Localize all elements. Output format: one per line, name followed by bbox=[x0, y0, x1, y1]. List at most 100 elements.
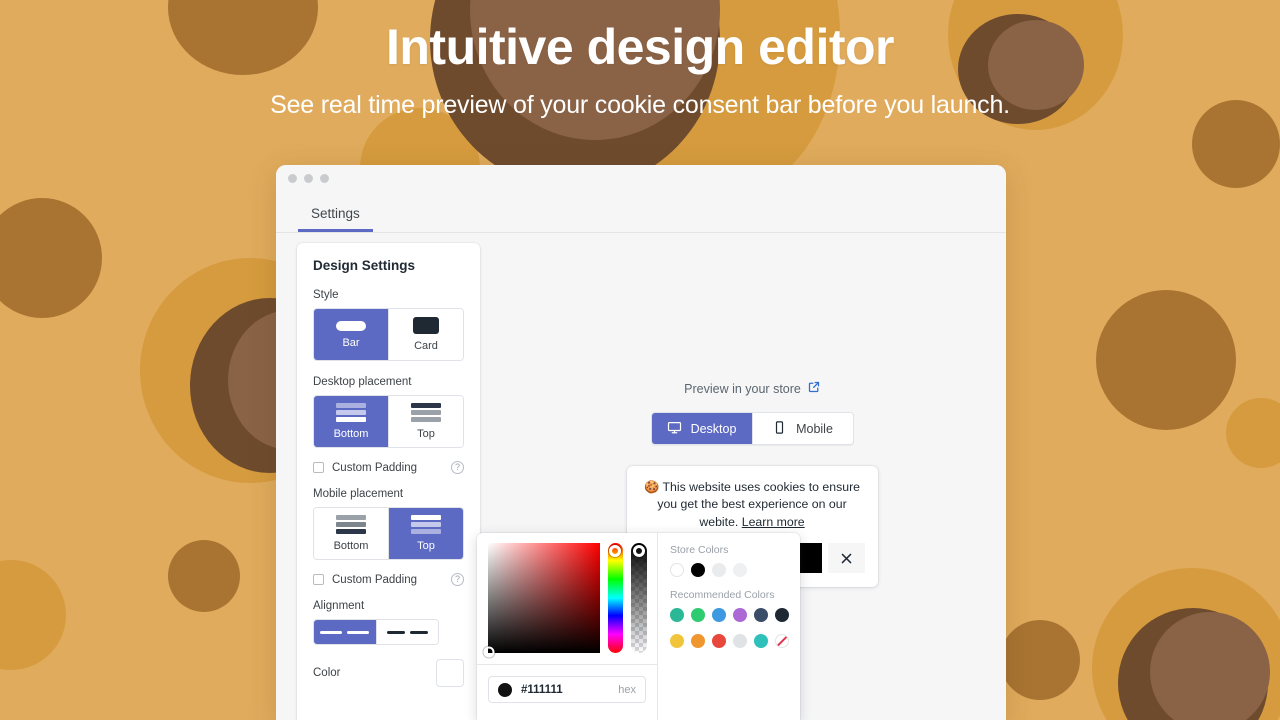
background-blob bbox=[1226, 398, 1280, 468]
hue-slider-handle[interactable] bbox=[609, 545, 622, 557]
style-option-card[interactable]: Card bbox=[389, 309, 463, 360]
hue-slider[interactable] bbox=[607, 543, 624, 653]
recommended-colors-label: Recommended Colors bbox=[670, 589, 775, 601]
external-link-icon bbox=[808, 381, 820, 396]
style-option-bar-label: Bar bbox=[342, 336, 360, 349]
recommended-color-swatch[interactable] bbox=[775, 608, 789, 622]
close-x-icon[interactable] bbox=[827, 543, 865, 574]
color-picker-controls bbox=[477, 533, 657, 664]
device-option-desktop[interactable]: Desktop bbox=[651, 413, 753, 444]
mobile-phone-icon bbox=[772, 420, 787, 438]
alignment-segmented-control bbox=[313, 619, 439, 645]
design-settings-title: Design Settings bbox=[313, 258, 416, 273]
background-blob bbox=[1192, 100, 1280, 188]
recommended-color-swatch[interactable] bbox=[733, 634, 747, 648]
align-spread-icon-2 bbox=[409, 630, 428, 634]
desktop-placement-option-bottom[interactable]: Bottom bbox=[314, 396, 389, 447]
color-swatch-button[interactable] bbox=[436, 659, 464, 687]
recommended-color-swatch[interactable] bbox=[670, 608, 684, 622]
desktop-placement-top-label: Top bbox=[417, 428, 435, 440]
align-left-icon bbox=[320, 630, 343, 634]
mobile-custom-padding-checkbox[interactable] bbox=[313, 574, 324, 585]
background-blob bbox=[168, 540, 240, 612]
desktop-custom-padding-row[interactable]: Custom Padding ? bbox=[313, 461, 464, 474]
device-option-desktop-label: Desktop bbox=[690, 421, 737, 436]
mobile-custom-padding-row[interactable]: Custom Padding ? bbox=[313, 573, 464, 586]
hex-input[interactable]: #111111 hex bbox=[488, 676, 646, 703]
tab-settings[interactable]: Settings bbox=[298, 206, 373, 232]
style-option-card-label: Card bbox=[414, 340, 438, 352]
store-color-swatch[interactable] bbox=[712, 563, 726, 577]
background-blob bbox=[168, 0, 318, 75]
window-maximize-dot[interactable] bbox=[320, 173, 329, 183]
alpha-slider-handle[interactable] bbox=[633, 545, 646, 557]
desktop-custom-padding-label: Custom Padding bbox=[332, 461, 418, 474]
device-option-mobile[interactable]: Mobile bbox=[752, 413, 853, 444]
desktop-custom-padding-checkbox[interactable] bbox=[313, 462, 324, 473]
placement-bottom-icon bbox=[336, 403, 366, 422]
recommended-color-swatch[interactable] bbox=[670, 634, 684, 648]
recommended-colors-row-1 bbox=[670, 608, 789, 622]
mobile-placement-option-top[interactable]: Top bbox=[389, 508, 463, 559]
color-picker-popover: #111111 hex Store Colors Recommended Col… bbox=[477, 533, 800, 720]
recommended-colors-row-2 bbox=[670, 634, 789, 648]
store-color-swatch[interactable] bbox=[733, 563, 747, 577]
recommended-color-swatch[interactable] bbox=[712, 634, 726, 648]
recommended-color-swatch[interactable] bbox=[754, 608, 768, 622]
design-settings-card: Design Settings Style Bar Card Desktop p… bbox=[297, 243, 480, 720]
recommended-color-swatch[interactable] bbox=[712, 608, 726, 622]
device-preview-toggle: Desktop Mobile bbox=[650, 412, 854, 445]
mobile-custom-padding-label: Custom Padding bbox=[332, 573, 418, 586]
style-label: Style bbox=[313, 289, 339, 301]
color-picker-left: #111111 hex bbox=[477, 533, 658, 720]
desktop-monitor-icon bbox=[667, 420, 682, 438]
style-segmented-control: Bar Card bbox=[313, 308, 464, 361]
store-color-swatch[interactable] bbox=[670, 563, 684, 577]
placement-top-icon bbox=[411, 515, 441, 534]
color-field-row: Color bbox=[313, 659, 464, 687]
mobile-placement-label: Mobile placement bbox=[313, 488, 404, 500]
align-left-icon-2 bbox=[347, 630, 370, 634]
preview-in-store-link[interactable]: Preview in your store bbox=[498, 381, 1006, 396]
recommended-color-none-swatch[interactable] bbox=[775, 634, 789, 648]
desktop-placement-label: Desktop placement bbox=[313, 376, 412, 388]
tab-bar: Settings bbox=[276, 191, 1006, 233]
align-left-option[interactable] bbox=[314, 620, 377, 644]
recommended-color-swatch[interactable] bbox=[733, 608, 747, 622]
color-picker-right: Store Colors Recommended Colors bbox=[658, 533, 800, 720]
bar-shape-icon bbox=[336, 320, 366, 331]
device-option-mobile-label: Mobile bbox=[796, 421, 833, 436]
desktop-placement-bottom-label: Bottom bbox=[333, 428, 369, 440]
align-spread-icon bbox=[386, 630, 405, 634]
page-root: Intuitive design editor See real time pr… bbox=[0, 0, 1280, 720]
recommended-color-swatch[interactable] bbox=[691, 634, 705, 648]
hex-input-suffix: hex bbox=[618, 683, 636, 696]
question-mark-icon[interactable]: ? bbox=[451, 573, 464, 586]
learn-more-link[interactable]: Learn more bbox=[742, 515, 805, 529]
placement-top-icon bbox=[411, 403, 441, 422]
desktop-placement-option-top[interactable]: Top bbox=[389, 396, 463, 447]
background-blob bbox=[1150, 612, 1270, 720]
mobile-placement-option-bottom[interactable]: Bottom bbox=[314, 508, 389, 559]
mobile-placement-top-label: Top bbox=[417, 540, 435, 552]
style-option-bar[interactable]: Bar bbox=[314, 309, 389, 360]
background-blob bbox=[1096, 290, 1236, 430]
saturation-value-field[interactable] bbox=[483, 543, 600, 658]
store-color-swatch[interactable] bbox=[691, 563, 705, 577]
align-spread-option[interactable] bbox=[376, 620, 438, 644]
question-mark-icon[interactable]: ? bbox=[451, 461, 464, 474]
mobile-placement-bottom-label: Bottom bbox=[333, 540, 369, 552]
hex-input-value: #111111 bbox=[521, 683, 563, 696]
background-blob bbox=[0, 198, 102, 318]
window-minimize-dot[interactable] bbox=[304, 173, 313, 183]
mobile-placement-segmented-control: Bottom Top bbox=[313, 507, 464, 560]
cookie-emoji-icon: 🍪 bbox=[643, 480, 660, 494]
alignment-label: Alignment bbox=[313, 600, 365, 612]
alpha-slider[interactable] bbox=[631, 543, 647, 653]
saturation-value-handle[interactable] bbox=[483, 646, 495, 658]
recommended-color-swatch[interactable] bbox=[691, 608, 705, 622]
desktop-placement-segmented-control: Bottom Top bbox=[313, 395, 464, 448]
background-blob bbox=[1000, 620, 1080, 700]
window-close-dot[interactable] bbox=[288, 173, 297, 183]
recommended-color-swatch[interactable] bbox=[754, 634, 768, 648]
